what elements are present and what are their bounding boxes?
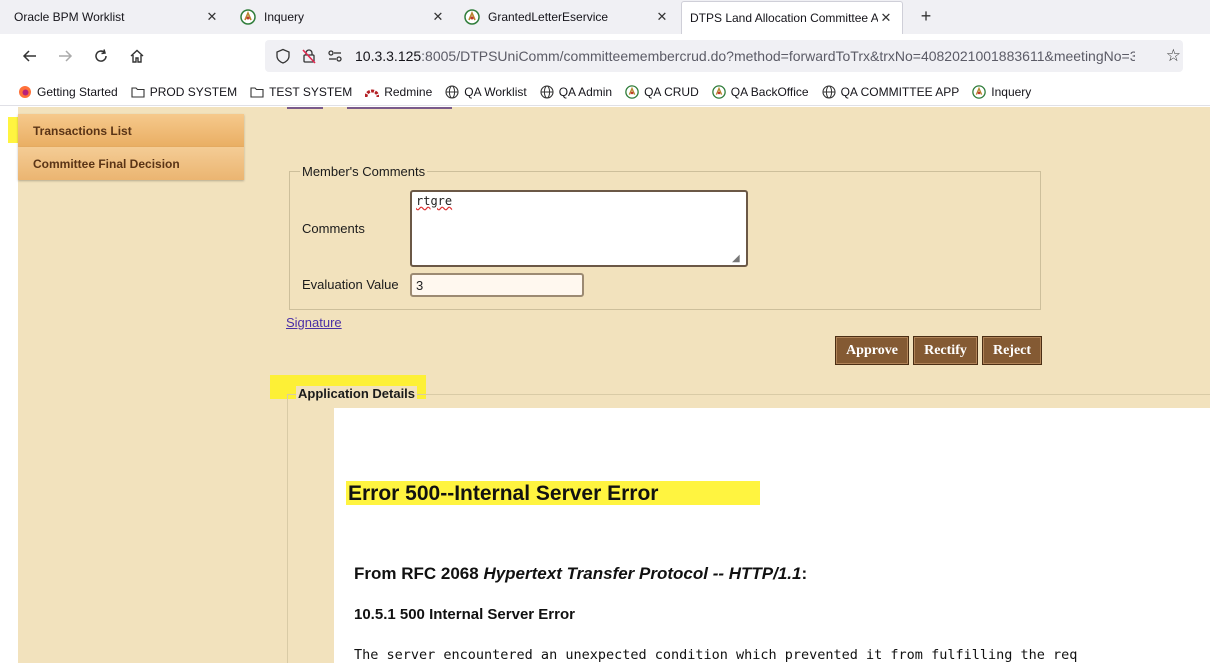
evaluation-value-input[interactable] bbox=[410, 273, 584, 297]
approve-button[interactable]: Approve bbox=[835, 336, 909, 365]
browser-tab-worklist[interactable]: Oracle BPM Worklist ✕ bbox=[6, 0, 228, 34]
reload-icon[interactable] bbox=[91, 46, 111, 66]
bookmark-label: Redmine bbox=[384, 84, 433, 99]
bookmark-label: QA Admin bbox=[558, 84, 613, 99]
members-comments-legend: Member's Comments bbox=[302, 164, 426, 179]
error-title: Error 500--Internal Server Error bbox=[348, 482, 659, 505]
page-left-margin bbox=[8, 107, 18, 663]
error-body-text: The server encountered an unexpected con… bbox=[354, 647, 1078, 663]
tab-underline bbox=[347, 107, 452, 109]
shield-icon[interactable] bbox=[275, 48, 291, 64]
close-icon[interactable]: ✕ bbox=[878, 10, 894, 26]
bookmark-qa-backoffice[interactable]: QA BackOffice bbox=[712, 85, 809, 99]
tab-underline bbox=[287, 107, 323, 109]
page-content: Transactions List Committee Final Decisi… bbox=[8, 107, 1210, 663]
seal-icon bbox=[712, 84, 726, 99]
evaluation-value-label: Evaluation Value bbox=[302, 277, 399, 292]
browser-tab-strip: Oracle BPM Worklist ✕ Inquery ✕ GrantedL… bbox=[0, 0, 1210, 34]
insecure-lock-icon[interactable] bbox=[301, 48, 317, 64]
bookmark-qa-admin[interactable]: QA Admin bbox=[540, 85, 612, 99]
bookmark-inquery[interactable]: Inquery bbox=[972, 85, 1031, 99]
globe-icon bbox=[822, 84, 836, 99]
seal-icon bbox=[240, 9, 256, 25]
globe-icon bbox=[445, 84, 459, 99]
back-arrow-icon[interactable] bbox=[20, 46, 40, 66]
browser-tab-granted-letter[interactable]: GrantedLetterEservice ✕ bbox=[456, 0, 678, 34]
comments-textarea[interactable]: rtgre bbox=[410, 190, 748, 267]
address-bar[interactable]: 10.3.3.125:8005/DTPSUniComm/committeemem… bbox=[265, 40, 1183, 72]
home-icon[interactable] bbox=[127, 46, 147, 66]
sidebar-item-label: Transactions List bbox=[33, 123, 132, 138]
sidebar-item-committee-final-decision[interactable]: Committee Final Decision bbox=[18, 147, 244, 180]
bookmark-label: QA CRUD bbox=[644, 84, 699, 99]
bookmark-label: QA COMMITTEE APP bbox=[840, 84, 960, 99]
sidebar-item-transactions-list[interactable]: Transactions List bbox=[18, 114, 244, 147]
bookmark-label: QA BackOffice bbox=[730, 84, 809, 99]
signature-link[interactable]: Signature bbox=[286, 315, 342, 330]
url-text[interactable]: 10.3.3.125:8005/DTPSUniComm/committeemem… bbox=[355, 48, 1135, 64]
application-details-legend: Application Details bbox=[296, 386, 418, 401]
firefox-icon bbox=[18, 85, 32, 99]
url-path: :8005/DTPSUniComm/committeemembercrud.do… bbox=[421, 48, 1135, 64]
bookmark-redmine[interactable]: Redmine bbox=[365, 85, 432, 99]
new-tab-plus-icon[interactable]: + bbox=[916, 6, 936, 27]
bookmarks-bar: Getting Started PROD SYSTEM TEST SYSTEM … bbox=[0, 78, 1210, 106]
bookmark-star-icon[interactable]: ☆ bbox=[1166, 46, 1181, 66]
bookmark-label: Getting Started bbox=[37, 84, 118, 99]
application-details-border bbox=[287, 394, 288, 663]
bookmark-qa-worklist[interactable]: QA Worklist bbox=[445, 84, 527, 99]
bookmark-label: TEST SYSTEM bbox=[269, 84, 353, 99]
rfc-title: Hypertext Transfer Protocol -- HTTP/1.1 bbox=[483, 564, 802, 583]
navigation-bar: 10.3.3.125:8005/DTPSUniComm/committeemem… bbox=[0, 34, 1210, 78]
tab-label: DTPS Land Allocation Committee Ap bbox=[690, 11, 878, 25]
reject-button[interactable]: Reject bbox=[982, 336, 1042, 365]
url-host: 10.3.3.125 bbox=[355, 48, 422, 64]
tab-label: Inquery bbox=[264, 10, 305, 24]
bookmark-label: Inquery bbox=[991, 84, 1032, 99]
tab-label: Oracle BPM Worklist bbox=[14, 10, 125, 24]
application-details-frame: Error 500--Internal Server Error From RF… bbox=[334, 408, 1210, 663]
rectify-button[interactable]: Rectify bbox=[913, 336, 978, 365]
seal-icon bbox=[972, 84, 987, 99]
redmine-icon bbox=[365, 85, 380, 99]
bookmark-test-system[interactable]: TEST SYSTEM bbox=[250, 85, 352, 99]
tab-label: GrantedLetterEservice bbox=[488, 10, 609, 24]
folder-icon bbox=[250, 85, 264, 99]
close-icon[interactable]: ✕ bbox=[204, 9, 220, 25]
resize-grip-icon[interactable]: ◢ bbox=[732, 253, 744, 265]
bookmark-prod-system[interactable]: PROD SYSTEM bbox=[131, 85, 237, 99]
bookmark-label: QA Worklist bbox=[464, 84, 527, 99]
bookmark-getting-started[interactable]: Getting Started bbox=[18, 85, 118, 99]
bookmark-qa-committee-app[interactable]: QA COMMITTEE APP bbox=[822, 84, 960, 99]
seal-icon bbox=[625, 84, 639, 99]
application-details-border bbox=[287, 394, 1210, 395]
seal-icon bbox=[464, 9, 480, 25]
browser-tab-dtps-active[interactable]: DTPS Land Allocation Committee Ap ✕ bbox=[681, 1, 903, 34]
rfc-prefix: From RFC 2068 bbox=[354, 564, 484, 583]
comments-label: Comments bbox=[302, 221, 365, 236]
section-title: 10.5.1 500 Internal Server Error bbox=[354, 606, 575, 623]
bookmark-label: PROD SYSTEM bbox=[149, 84, 238, 99]
folder-icon bbox=[131, 85, 145, 99]
forward-arrow-icon[interactable] bbox=[55, 46, 75, 66]
sidebar-item-label: Committee Final Decision bbox=[33, 156, 180, 171]
globe-icon bbox=[540, 84, 554, 99]
close-icon[interactable]: ✕ bbox=[654, 9, 670, 25]
browser-tab-inquery[interactable]: Inquery ✕ bbox=[232, 0, 454, 34]
permissions-icon[interactable] bbox=[327, 48, 343, 64]
rfc-suffix: : bbox=[801, 564, 808, 583]
rfc-heading: From RFC 2068 Hypertext Transfer Protoco… bbox=[354, 564, 807, 584]
bookmark-qa-crud[interactable]: QA CRUD bbox=[625, 85, 699, 99]
close-icon[interactable]: ✕ bbox=[430, 9, 446, 25]
